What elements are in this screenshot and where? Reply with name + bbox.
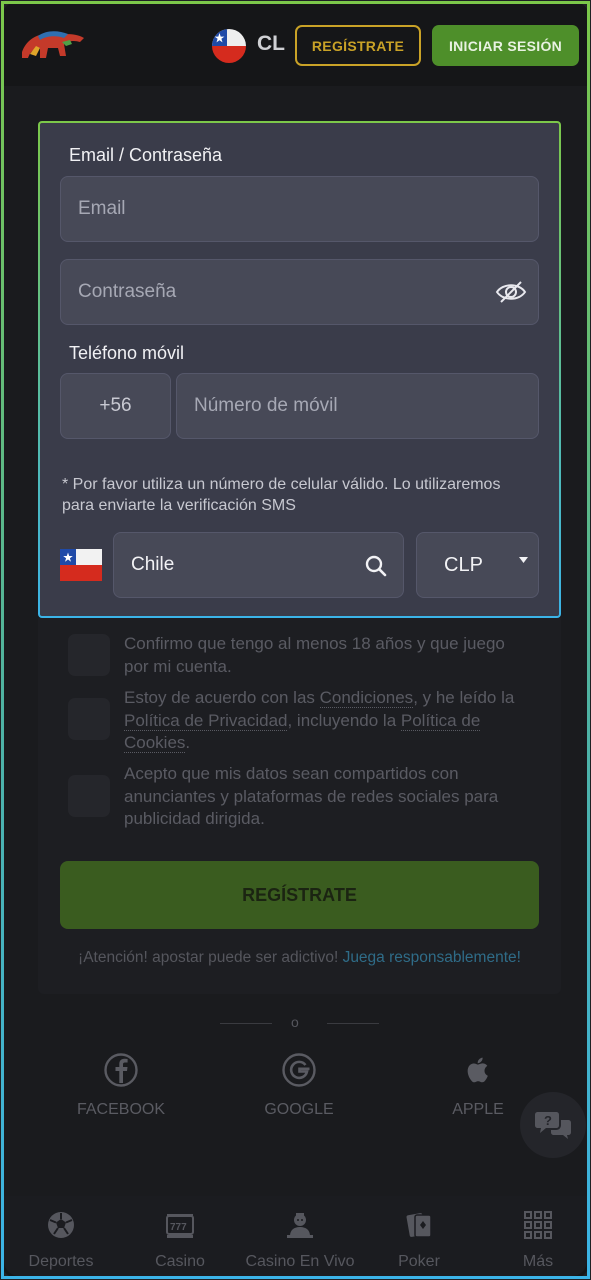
google-login[interactable]: GOOGLE [239,1052,359,1119]
app-frame: CL REGÍSTRATE INICIAR SESIÓN Email / Con… [1,1,590,1279]
terms-text-mid2: , incluyendo la [287,710,401,730]
password-placeholder: Contraseña [78,281,177,302]
facebook-login[interactable]: FACEBOOK [61,1052,181,1119]
nav-item-mas[interactable]: Más [483,1210,587,1271]
apple-icon [467,1057,488,1083]
nav-item-poker[interactable]: Poker [364,1210,474,1271]
soccer-ball-icon [48,1212,74,1238]
google-icon [282,1053,316,1087]
eye-off-icon[interactable] [495,280,527,304]
responsible-gaming-link[interactable]: Juega responsablemente! [343,949,521,966]
warning-text: ¡Atención! apostar puede ser adictivo! [78,949,343,966]
facebook-label: FACEBOOK [76,1101,166,1118]
gambling-warning: ¡Atención! apostar puede ser adictivo! J… [38,949,561,967]
nav-label: Poker [398,1253,440,1270]
password-input[interactable]: Contraseña [60,259,539,325]
support-chat-button[interactable]: ? [520,1092,586,1158]
terms-text-start: Estoy de acuerdo con las [124,688,320,707]
phone-label: Teléfono móvil [69,343,185,363]
nav-label: Casino [155,1253,205,1270]
svg-text:777: 777 [170,1222,187,1233]
consents-section: Confirmo que tengo al menos 18 años y qu… [38,618,561,994]
data-share-checkbox[interactable] [68,775,110,817]
chile-flag-icon [60,549,102,581]
live-dealer-icon [287,1213,313,1238]
slot-machine-icon: 777 [166,1214,194,1238]
svg-text:?: ? [544,1113,552,1128]
phone-note: * Por favor utiliza un número de celular… [62,476,501,514]
register-submit-button[interactable]: REGÍSTRATE [60,861,539,929]
registration-form-card: Email / Contraseña Email Contraseña Telé… [38,121,561,618]
chat-icon: ? [535,1112,571,1139]
divider-left [220,1023,272,1024]
terms-consent-text: Estoy de acuerdo con las Condiciones, y … [124,687,534,755]
phone-prefix[interactable]: +56 [60,373,171,439]
currency-select[interactable]: CLP [416,532,539,598]
cards-icon [406,1213,432,1238]
email-password-label: Email / Contraseña [69,145,223,165]
nav-item-deportes[interactable]: Deportes [6,1210,116,1271]
country-value: Chile [131,554,175,575]
facebook-icon [104,1053,138,1087]
nav-label: Más [522,1253,554,1270]
chevron-down-icon [519,557,528,563]
phone-number-input[interactable]: Número de móvil [176,373,539,439]
nav-item-casino-en-vivo[interactable]: Casino En Vivo [230,1210,370,1271]
bottom-navigation: Deportes 777 Casino Casino En Vivo Poker… [4,1196,587,1276]
or-separator: o [291,1014,299,1030]
country-select[interactable]: Chile [113,532,404,598]
terms-text-mid: , y he leído la [413,688,515,707]
data-share-consent-text: Acepto que mis datos sean compartidos co… [124,764,499,828]
login-button-header[interactable]: INICIAR SESIÓN [432,25,579,66]
age-consent-text: Confirmo que tengo al menos 18 años y qu… [124,634,505,676]
terms-text-end: . [185,733,191,752]
chile-flag-icon[interactable] [212,29,246,63]
google-label: GOOGLE [264,1101,334,1118]
currency-value: CLP [444,553,483,576]
register-button-header[interactable]: REGÍSTRATE [295,25,421,66]
privacy-policy-link[interactable]: Política de Privacidad [124,710,288,731]
nav-item-casino[interactable]: 777 Casino [125,1210,235,1271]
nav-label: Casino En Vivo [245,1253,355,1270]
brand-logo[interactable] [18,22,88,64]
nav-label: Deportes [28,1253,94,1270]
terms-checkbox[interactable] [68,698,110,740]
country-code[interactable]: CL [257,32,285,56]
search-icon[interactable] [365,555,387,577]
apple-login[interactable]: APPLE [418,1052,538,1119]
top-header: CL REGÍSTRATE INICIAR SESIÓN [4,4,587,86]
divider-right [327,1023,379,1024]
grid-icon [524,1211,552,1239]
age-checkbox[interactable] [68,634,110,676]
conditions-link[interactable]: Condiciones [319,688,414,708]
email-input[interactable]: Email [60,176,539,242]
